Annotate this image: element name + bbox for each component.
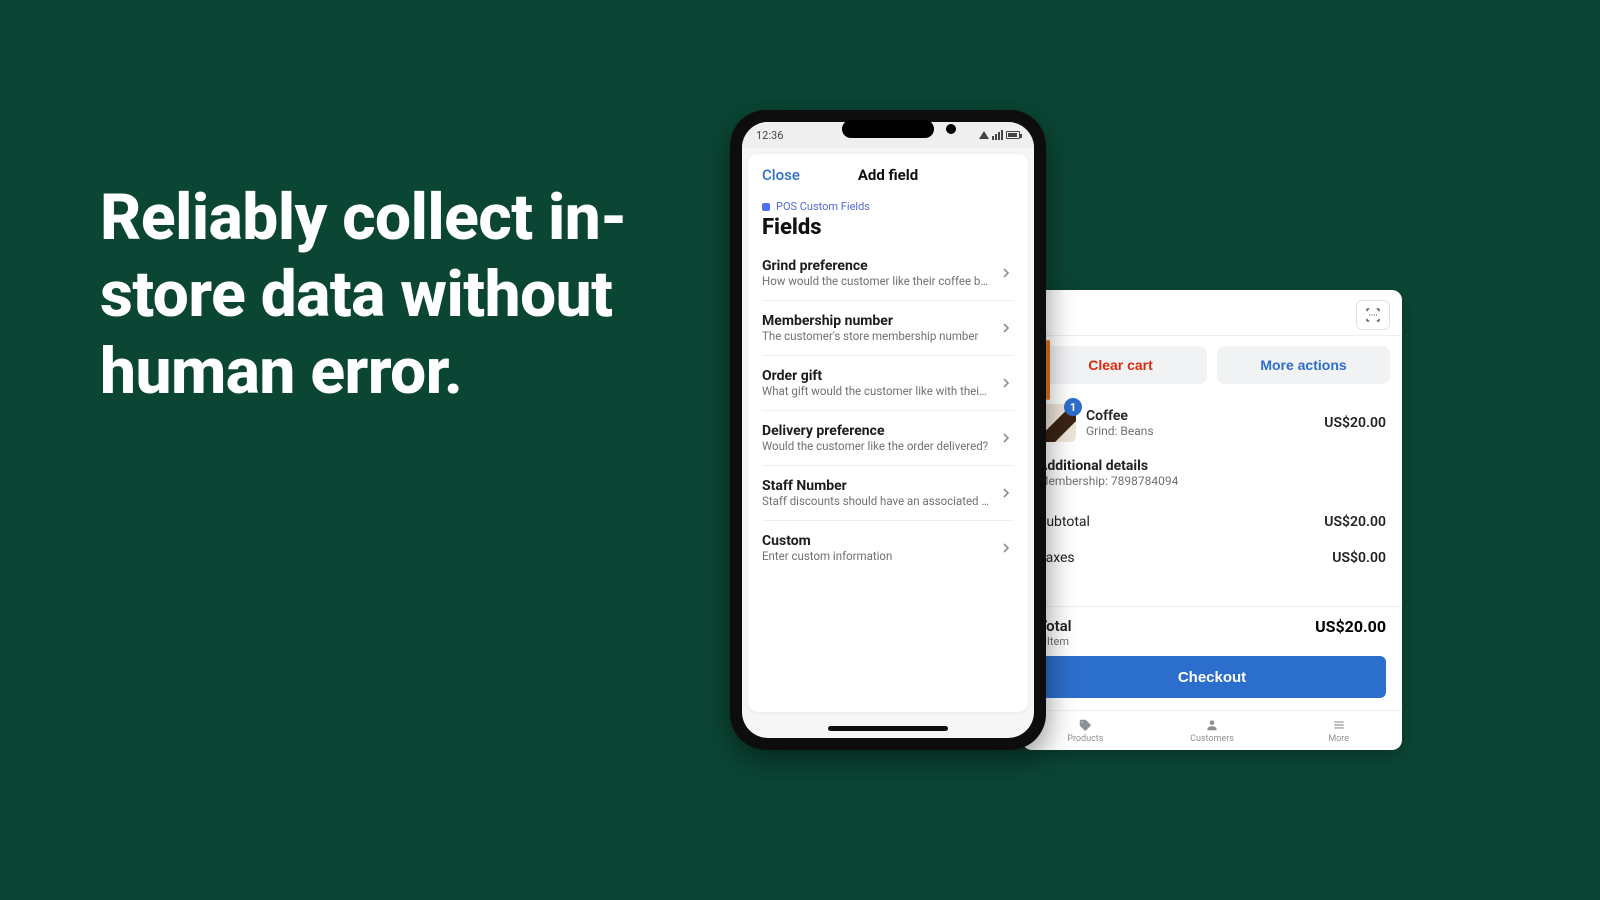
- field-title: Custom: [762, 533, 990, 549]
- field-texts: Delivery preferenceWould the customer li…: [762, 423, 990, 453]
- signal-icon: [992, 130, 1003, 140]
- product-title: Coffee: [1086, 408, 1314, 424]
- tab-more-label: More: [1328, 734, 1349, 744]
- checkout-button[interactable]: Checkout: [1038, 656, 1386, 698]
- field-row[interactable]: Staff NumberStaff discounts should have …: [762, 466, 1014, 521]
- field-description: Enter custom information: [762, 549, 990, 563]
- marketing-headline: Reliably collect in-store data without h…: [100, 180, 680, 410]
- total-amount: US$20.00: [1315, 617, 1386, 636]
- modal-title: Add field: [858, 166, 918, 184]
- line-price: US$20.00: [1324, 415, 1386, 431]
- tab-customers-label: Customers: [1190, 734, 1234, 744]
- close-button[interactable]: Close: [762, 166, 800, 184]
- field-title: Order gift: [762, 368, 990, 384]
- page-title: Fields: [762, 215, 1014, 240]
- field-texts: Order giftWhat gift would the customer l…: [762, 368, 990, 398]
- chevron-right-icon: [998, 265, 1014, 281]
- field-description: How would the customer like their coffee…: [762, 274, 990, 288]
- cart-action-row: Clear cart More actions: [1022, 336, 1402, 394]
- subtotal-value: US$20.00: [1324, 514, 1386, 530]
- barcode-scan-icon[interactable]: [1356, 300, 1390, 330]
- status-time: 12:36: [756, 129, 783, 142]
- cart-footer: Total 1 Item US$20.00 Checkout: [1022, 606, 1402, 710]
- field-list: Grind preferenceHow would the customer l…: [762, 246, 1014, 575]
- breadcrumb: POS Custom Fields: [762, 200, 1014, 213]
- taxes-row: Taxes US$0.00: [1038, 540, 1386, 576]
- chevron-right-icon: [998, 540, 1014, 556]
- field-texts: CustomEnter custom information: [762, 533, 990, 563]
- phone-mockup: 12:36 Close Add field POS Custom Fields …: [730, 110, 1046, 750]
- add-field-modal: Close Add field POS Custom Fields Fields…: [748, 154, 1028, 712]
- chevron-right-icon: [998, 320, 1014, 336]
- status-icons: [979, 130, 1020, 140]
- field-title: Delivery preference: [762, 423, 990, 439]
- clear-cart-button[interactable]: Clear cart: [1034, 346, 1207, 384]
- pos-tablet-card: Clear cart More actions 1 Coffee Grind: …: [1022, 290, 1402, 750]
- phone-screen: 12:36 Close Add field POS Custom Fields …: [742, 122, 1034, 738]
- chevron-right-icon: [998, 430, 1014, 446]
- additional-details-heading: Additional details: [1038, 458, 1386, 474]
- field-title: Membership number: [762, 313, 990, 329]
- field-title: Staff Number: [762, 478, 990, 494]
- field-row[interactable]: Grind preferenceHow would the customer l…: [762, 246, 1014, 301]
- modal-header: Close Add field: [748, 154, 1028, 196]
- additional-details-value: Membership: 7898784094: [1038, 474, 1386, 488]
- phone-notch: [842, 120, 934, 138]
- home-indicator: [742, 718, 1034, 738]
- cart-line-item[interactable]: 1 Coffee Grind: Beans US$20.00: [1038, 398, 1386, 452]
- taxes-value: US$0.00: [1332, 550, 1386, 566]
- wifi-icon: [979, 131, 989, 139]
- field-texts: Membership numberThe customer's store me…: [762, 313, 990, 343]
- product-variant: Grind: Beans: [1086, 424, 1314, 438]
- tab-more[interactable]: More: [1275, 711, 1402, 750]
- breadcrumb-label: POS Custom Fields: [776, 200, 870, 213]
- subtotal-row: Subtotal US$20.00: [1038, 504, 1386, 540]
- field-description: The customer's store membership number: [762, 329, 990, 343]
- tab-products-label: Products: [1067, 734, 1103, 744]
- field-row[interactable]: Membership numberThe customer's store me…: [762, 301, 1014, 356]
- field-texts: Grind preferenceHow would the customer l…: [762, 258, 990, 288]
- field-row[interactable]: CustomEnter custom information: [762, 521, 1014, 575]
- product-info: Coffee Grind: Beans: [1086, 408, 1314, 438]
- field-row[interactable]: Delivery preferenceWould the customer li…: [762, 411, 1014, 466]
- field-row[interactable]: Order giftWhat gift would the customer l…: [762, 356, 1014, 411]
- battery-icon: [1006, 131, 1020, 139]
- total-row: Total 1 Item US$20.00: [1038, 617, 1386, 656]
- app-dot-icon: [762, 203, 770, 211]
- tablet-toolbar: [1022, 290, 1402, 336]
- field-title: Grind preference: [762, 258, 990, 274]
- chevron-right-icon: [998, 485, 1014, 501]
- more-actions-button[interactable]: More actions: [1217, 346, 1390, 384]
- modal-body: POS Custom Fields Fields Grind preferenc…: [748, 196, 1028, 712]
- cart-body: 1 Coffee Grind: Beans US$20.00 Additiona…: [1022, 394, 1402, 710]
- field-description: Staff discounts should have an associate…: [762, 494, 990, 508]
- field-description: What gift would the customer like with t…: [762, 384, 990, 398]
- tab-customers[interactable]: Customers: [1149, 711, 1276, 750]
- quantity-badge: 1: [1064, 398, 1082, 416]
- chevron-right-icon: [998, 375, 1014, 391]
- field-texts: Staff NumberStaff discounts should have …: [762, 478, 990, 508]
- field-description: Would the customer like the order delive…: [762, 439, 990, 453]
- tablet-tabbar: Products Customers More: [1022, 710, 1402, 750]
